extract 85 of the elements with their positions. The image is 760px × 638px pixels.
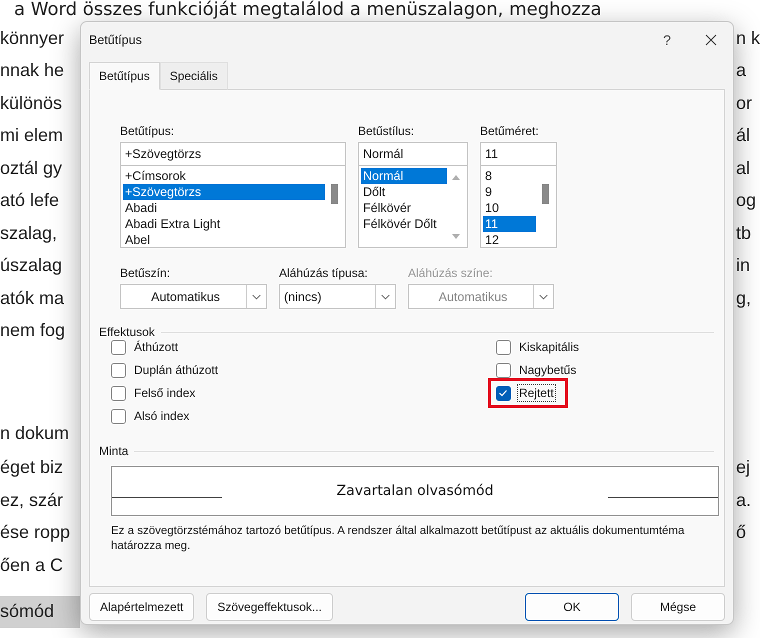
document-text: mi elem	[0, 125, 64, 146]
checkbox[interactable]	[111, 340, 126, 354]
checkbox-label: Áthúzott	[133, 339, 180, 356]
list-item[interactable]: 10	[483, 200, 536, 216]
document-text: n k	[736, 28, 760, 49]
check-icon	[498, 388, 508, 398]
input-field[interactable]: +Szövegtörzs	[120, 142, 346, 166]
document-text: tb	[736, 222, 752, 244]
document-text: a	[736, 60, 748, 82]
checkbox[interactable]	[496, 340, 511, 354]
document-text: ez, szár	[0, 490, 64, 511]
document-text: oztál gy	[0, 158, 62, 179]
input-field[interactable]: 11	[480, 142, 557, 166]
field-label: Betűméret:	[480, 124, 540, 138]
dropdown[interactable]: (nincs)	[279, 284, 396, 309]
checkbox-label: Nagybetűs	[518, 362, 578, 379]
list-item[interactable]: 12	[483, 232, 536, 248]
checkbox[interactable]	[496, 362, 511, 378]
list-item[interactable]: +Címsorok	[123, 168, 325, 184]
checkbox-label: Duplán áthúzott	[133, 362, 220, 379]
document-text: ej	[736, 457, 752, 478]
field-label: Betűstílus:	[358, 124, 416, 138]
checkbox-label: Felső index	[133, 385, 196, 402]
document-text: al	[736, 158, 752, 179]
tab[interactable]: Betűtípus	[89, 62, 160, 90]
list-item[interactable]: +Szövegtörzs	[123, 184, 325, 200]
section-title: Effektusok	[99, 325, 155, 339]
document-text: atók ma	[0, 288, 64, 309]
field-label: Betűtípus:	[120, 124, 176, 138]
close-icon	[705, 34, 717, 46]
dialog-button[interactable]: Szövegeffektusok...	[206, 593, 333, 621]
document-text: könnyer	[0, 28, 64, 49]
list-item[interactable]: 8	[483, 168, 536, 184]
document-text: og	[736, 190, 758, 212]
field-label: Aláhúzás színe:	[408, 266, 494, 280]
document-text: ál	[736, 125, 752, 146]
list-item[interactable]: 11	[483, 216, 536, 232]
checkbox[interactable]	[496, 386, 511, 400]
checkbox-label: Alsó index	[133, 408, 190, 425]
document-text: n dokum	[0, 422, 70, 444]
document-text: úszalag	[0, 255, 62, 276]
field-label: Betűszín:	[120, 266, 172, 280]
list-box[interactable]: 8 9 10 11 12	[480, 166, 557, 248]
list-item[interactable]: Normál	[361, 168, 447, 184]
document-text: sómód	[0, 601, 54, 622]
list-box[interactable]: Normál Dőlt Félkövér Félkövér Dőlt	[358, 166, 468, 248]
document-text: a Word összes funkcióját megtalálod a menüszalagon, meghozza	[13, 0, 602, 20]
checkbox-label: Rejtett	[516, 384, 556, 402]
dialog-button[interactable]: Mégse	[631, 593, 725, 621]
document-text: éget biz	[0, 457, 64, 478]
checkbox[interactable]	[111, 362, 126, 378]
list-item[interactable]: Abadi Extra Light	[123, 216, 325, 232]
preview-text: Zavartalan olvasómód	[336, 483, 494, 499]
input-field[interactable]: Normál	[358, 142, 468, 166]
tab[interactable]: Speciális	[160, 62, 228, 90]
list-item[interactable]: 9	[483, 184, 536, 200]
section-title: Minta	[99, 444, 128, 458]
checkbox-label: Kiskapitális	[518, 339, 580, 356]
document-text: nem fog	[0, 320, 66, 342]
list-item[interactable]: Dőlt	[361, 184, 447, 200]
document-text: ő	[736, 522, 748, 544]
document-text: g,	[736, 288, 752, 309]
document-text: különös	[0, 92, 62, 114]
field-label: Aláhúzás típusa:	[279, 266, 369, 280]
help-button[interactable]: ?	[645, 23, 689, 57]
dialog-button[interactable]: OK	[525, 593, 619, 621]
checkbox[interactable]	[111, 408, 126, 424]
document-text: ően a C	[0, 554, 64, 576]
list-item[interactable]: Félkövér	[361, 200, 447, 216]
document-text: a.	[736, 490, 752, 511]
checkbox[interactable]	[111, 386, 126, 400]
document-text: szalag,	[0, 222, 58, 244]
window-title: Betűtípus	[89, 33, 143, 47]
document-text: nnak he	[0, 60, 64, 82]
list-item[interactable]: Félkövér Dőlt	[361, 216, 447, 232]
list-item[interactable]: Abel	[123, 232, 325, 248]
document-text: ése ropp	[0, 522, 70, 544]
document-text: in	[736, 255, 752, 276]
description-text: Ez a szövegtörzstémához tartozó betűtípus. A rendszer által alkalmazott betűtípust az aktuális dokumentumtéma határozza meg.	[111, 524, 686, 554]
document-text: or	[736, 92, 754, 114]
dialog-button[interactable]: Alapértelmezett	[89, 593, 194, 621]
list-item[interactable]: Abadi	[123, 200, 325, 216]
list-box[interactable]: +Címsorok +Szövegtörzs Abadi Abadi Extra Light Abel	[120, 166, 346, 248]
dropdown[interactable]: Automatikus	[120, 284, 267, 309]
document-text: ató lefe	[0, 190, 60, 212]
